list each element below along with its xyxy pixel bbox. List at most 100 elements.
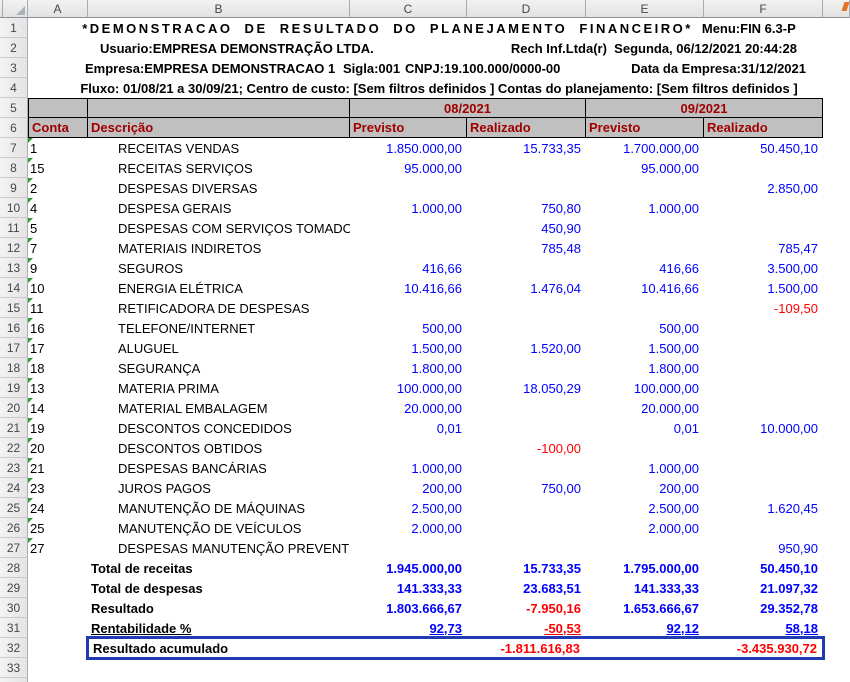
value-cell[interactable]: 20.000,00 [350, 398, 467, 418]
value-cell[interactable]: 500,00 [586, 318, 704, 338]
value-cell[interactable]: 1.800,00 [350, 358, 467, 378]
descricao-cell[interactable]: DESPESAS BANCÁRIAS [88, 458, 350, 478]
value-cell[interactable] [704, 398, 823, 418]
row-header-9[interactable]: 9 [0, 178, 28, 198]
descricao-cell[interactable]: RETIFICADORA DE DESPESAS [88, 298, 350, 318]
header-descricao[interactable]: Descrição [88, 118, 350, 138]
value-cell[interactable]: 950,90 [704, 538, 823, 558]
value-cell[interactable] [467, 418, 586, 438]
conta-cell[interactable]: 16 [28, 318, 88, 338]
row-header-3[interactable]: 3 [0, 58, 28, 78]
value-cell[interactable]: 10.416,66 [586, 278, 704, 298]
row-header-15[interactable]: 15 [0, 298, 28, 318]
descricao-cell[interactable]: RECEITAS SERVIÇOS [88, 158, 350, 178]
descricao-cell[interactable]: DESPESAS COM SERVIÇOS TOMADOS [88, 218, 350, 238]
total-label-cell[interactable]: Resultado [88, 598, 350, 618]
row-header-23[interactable]: 23 [0, 458, 28, 478]
value-cell[interactable]: 2.850,00 [704, 178, 823, 198]
row-header-25[interactable]: 25 [0, 498, 28, 518]
row-header-24[interactable]: 24 [0, 478, 28, 498]
value-cell[interactable] [350, 178, 467, 198]
value-cell[interactable] [467, 318, 586, 338]
conta-cell[interactable] [28, 598, 88, 618]
descricao-cell[interactable]: MANUTENÇÃO DE MÁQUINAS [88, 498, 350, 518]
value-cell[interactable] [467, 158, 586, 178]
row-header-10[interactable]: 10 [0, 198, 28, 218]
conta-cell[interactable]: 17 [28, 338, 88, 358]
month-header-aug[interactable]: 08/2021 [350, 98, 586, 118]
row-header-26[interactable]: 26 [0, 518, 28, 538]
value-cell[interactable]: 50.450,10 [704, 558, 823, 578]
conta-cell[interactable]: 21 [28, 458, 88, 478]
row-header-21[interactable]: 21 [0, 418, 28, 438]
value-cell[interactable]: 200,00 [586, 478, 704, 498]
value-cell[interactable]: 2.500,00 [350, 498, 467, 518]
value-cell[interactable] [704, 518, 823, 538]
value-cell[interactable]: 1.500,00 [586, 338, 704, 358]
descricao-cell[interactable]: SEGURANÇA [88, 358, 350, 378]
conta-cell[interactable]: 20 [28, 438, 88, 458]
value-cell[interactable] [586, 538, 704, 558]
header-realizado-sep[interactable]: Realizado [704, 118, 823, 138]
conta-cell[interactable]: 11 [28, 298, 88, 318]
row-header-12[interactable]: 12 [0, 238, 28, 258]
value-cell[interactable] [704, 318, 823, 338]
value-cell[interactable]: 92,73 [350, 618, 467, 638]
row-header-29[interactable]: 29 [0, 578, 28, 598]
total-label-cell[interactable]: Total de despesas [88, 578, 350, 598]
value-cell[interactable]: 1.520,00 [467, 338, 586, 358]
month-header-blank-a[interactable] [28, 98, 88, 118]
value-cell[interactable]: 20.000,00 [586, 398, 704, 418]
row-header-5[interactable]: 5 [0, 98, 28, 118]
month-header-blank-b[interactable] [88, 98, 350, 118]
value-cell[interactable]: 2.000,00 [586, 518, 704, 538]
descricao-cell[interactable]: MATERIAL EMBALAGEM [88, 398, 350, 418]
row-header-16[interactable]: 16 [0, 318, 28, 338]
value-cell[interactable]: 100.000,00 [586, 378, 704, 398]
value-cell[interactable]: 1.000,00 [586, 458, 704, 478]
value-cell[interactable]: 95.000,00 [586, 158, 704, 178]
descricao-cell[interactable]: MATERIAIS INDIRETOS [88, 238, 350, 258]
conta-cell[interactable]: 2 [28, 178, 88, 198]
value-cell[interactable]: 3.500,00 [704, 258, 823, 278]
value-cell[interactable]: 1.000,00 [350, 198, 467, 218]
value-cell[interactable]: 95.000,00 [350, 158, 467, 178]
column-header-f[interactable]: F [704, 0, 823, 18]
month-header-sep[interactable]: 09/2021 [586, 98, 823, 118]
conta-cell[interactable]: 13 [28, 378, 88, 398]
descricao-cell[interactable]: MANUTENÇÃO DE VEÍCULOS [88, 518, 350, 538]
value-cell[interactable] [704, 198, 823, 218]
conta-cell[interactable]: 7 [28, 238, 88, 258]
value-cell[interactable]: 29.352,78 [704, 598, 823, 618]
value-cell[interactable] [350, 538, 467, 558]
value-cell[interactable]: 15.733,35 [467, 138, 586, 158]
value-cell[interactable] [704, 478, 823, 498]
value-cell[interactable]: 1.500,00 [350, 338, 467, 358]
descricao-cell[interactable]: TELEFONE/INTERNET [88, 318, 350, 338]
value-cell[interactable] [467, 398, 586, 418]
row-header-20[interactable]: 20 [0, 398, 28, 418]
value-cell[interactable] [704, 338, 823, 358]
column-header-c[interactable]: C [350, 0, 467, 18]
row-header-13[interactable]: 13 [0, 258, 28, 278]
conta-cell[interactable]: 10 [28, 278, 88, 298]
value-cell[interactable] [467, 458, 586, 478]
value-cell[interactable] [467, 518, 586, 538]
column-header-a[interactable]: A [28, 0, 88, 18]
report-title-row[interactable]: *DEMONSTRACAO DE RESULTADO DO PLANEJAMEN… [28, 18, 850, 38]
total-label-cell[interactable]: Rentabilidade % [88, 618, 350, 638]
value-cell[interactable] [586, 438, 704, 458]
conta-cell[interactable] [28, 618, 88, 638]
conta-cell[interactable]: 24 [28, 498, 88, 518]
value-cell[interactable]: 1.500,00 [704, 278, 823, 298]
row-header-19[interactable]: 19 [0, 378, 28, 398]
row-header-14[interactable]: 14 [0, 278, 28, 298]
value-cell[interactable]: 141.333,33 [586, 578, 704, 598]
value-cell[interactable]: 1.945.000,00 [350, 558, 467, 578]
row-header-17[interactable]: 17 [0, 338, 28, 358]
value-cell[interactable] [586, 178, 704, 198]
report-user-row[interactable]: Usuario:EMPRESA DEMONSTRAÇÃO LTDA. Rech … [28, 38, 850, 58]
value-cell[interactable]: -50,53 [467, 618, 586, 638]
value-cell[interactable]: 0,01 [586, 418, 704, 438]
value-cell[interactable]: 785,47 [704, 238, 823, 258]
